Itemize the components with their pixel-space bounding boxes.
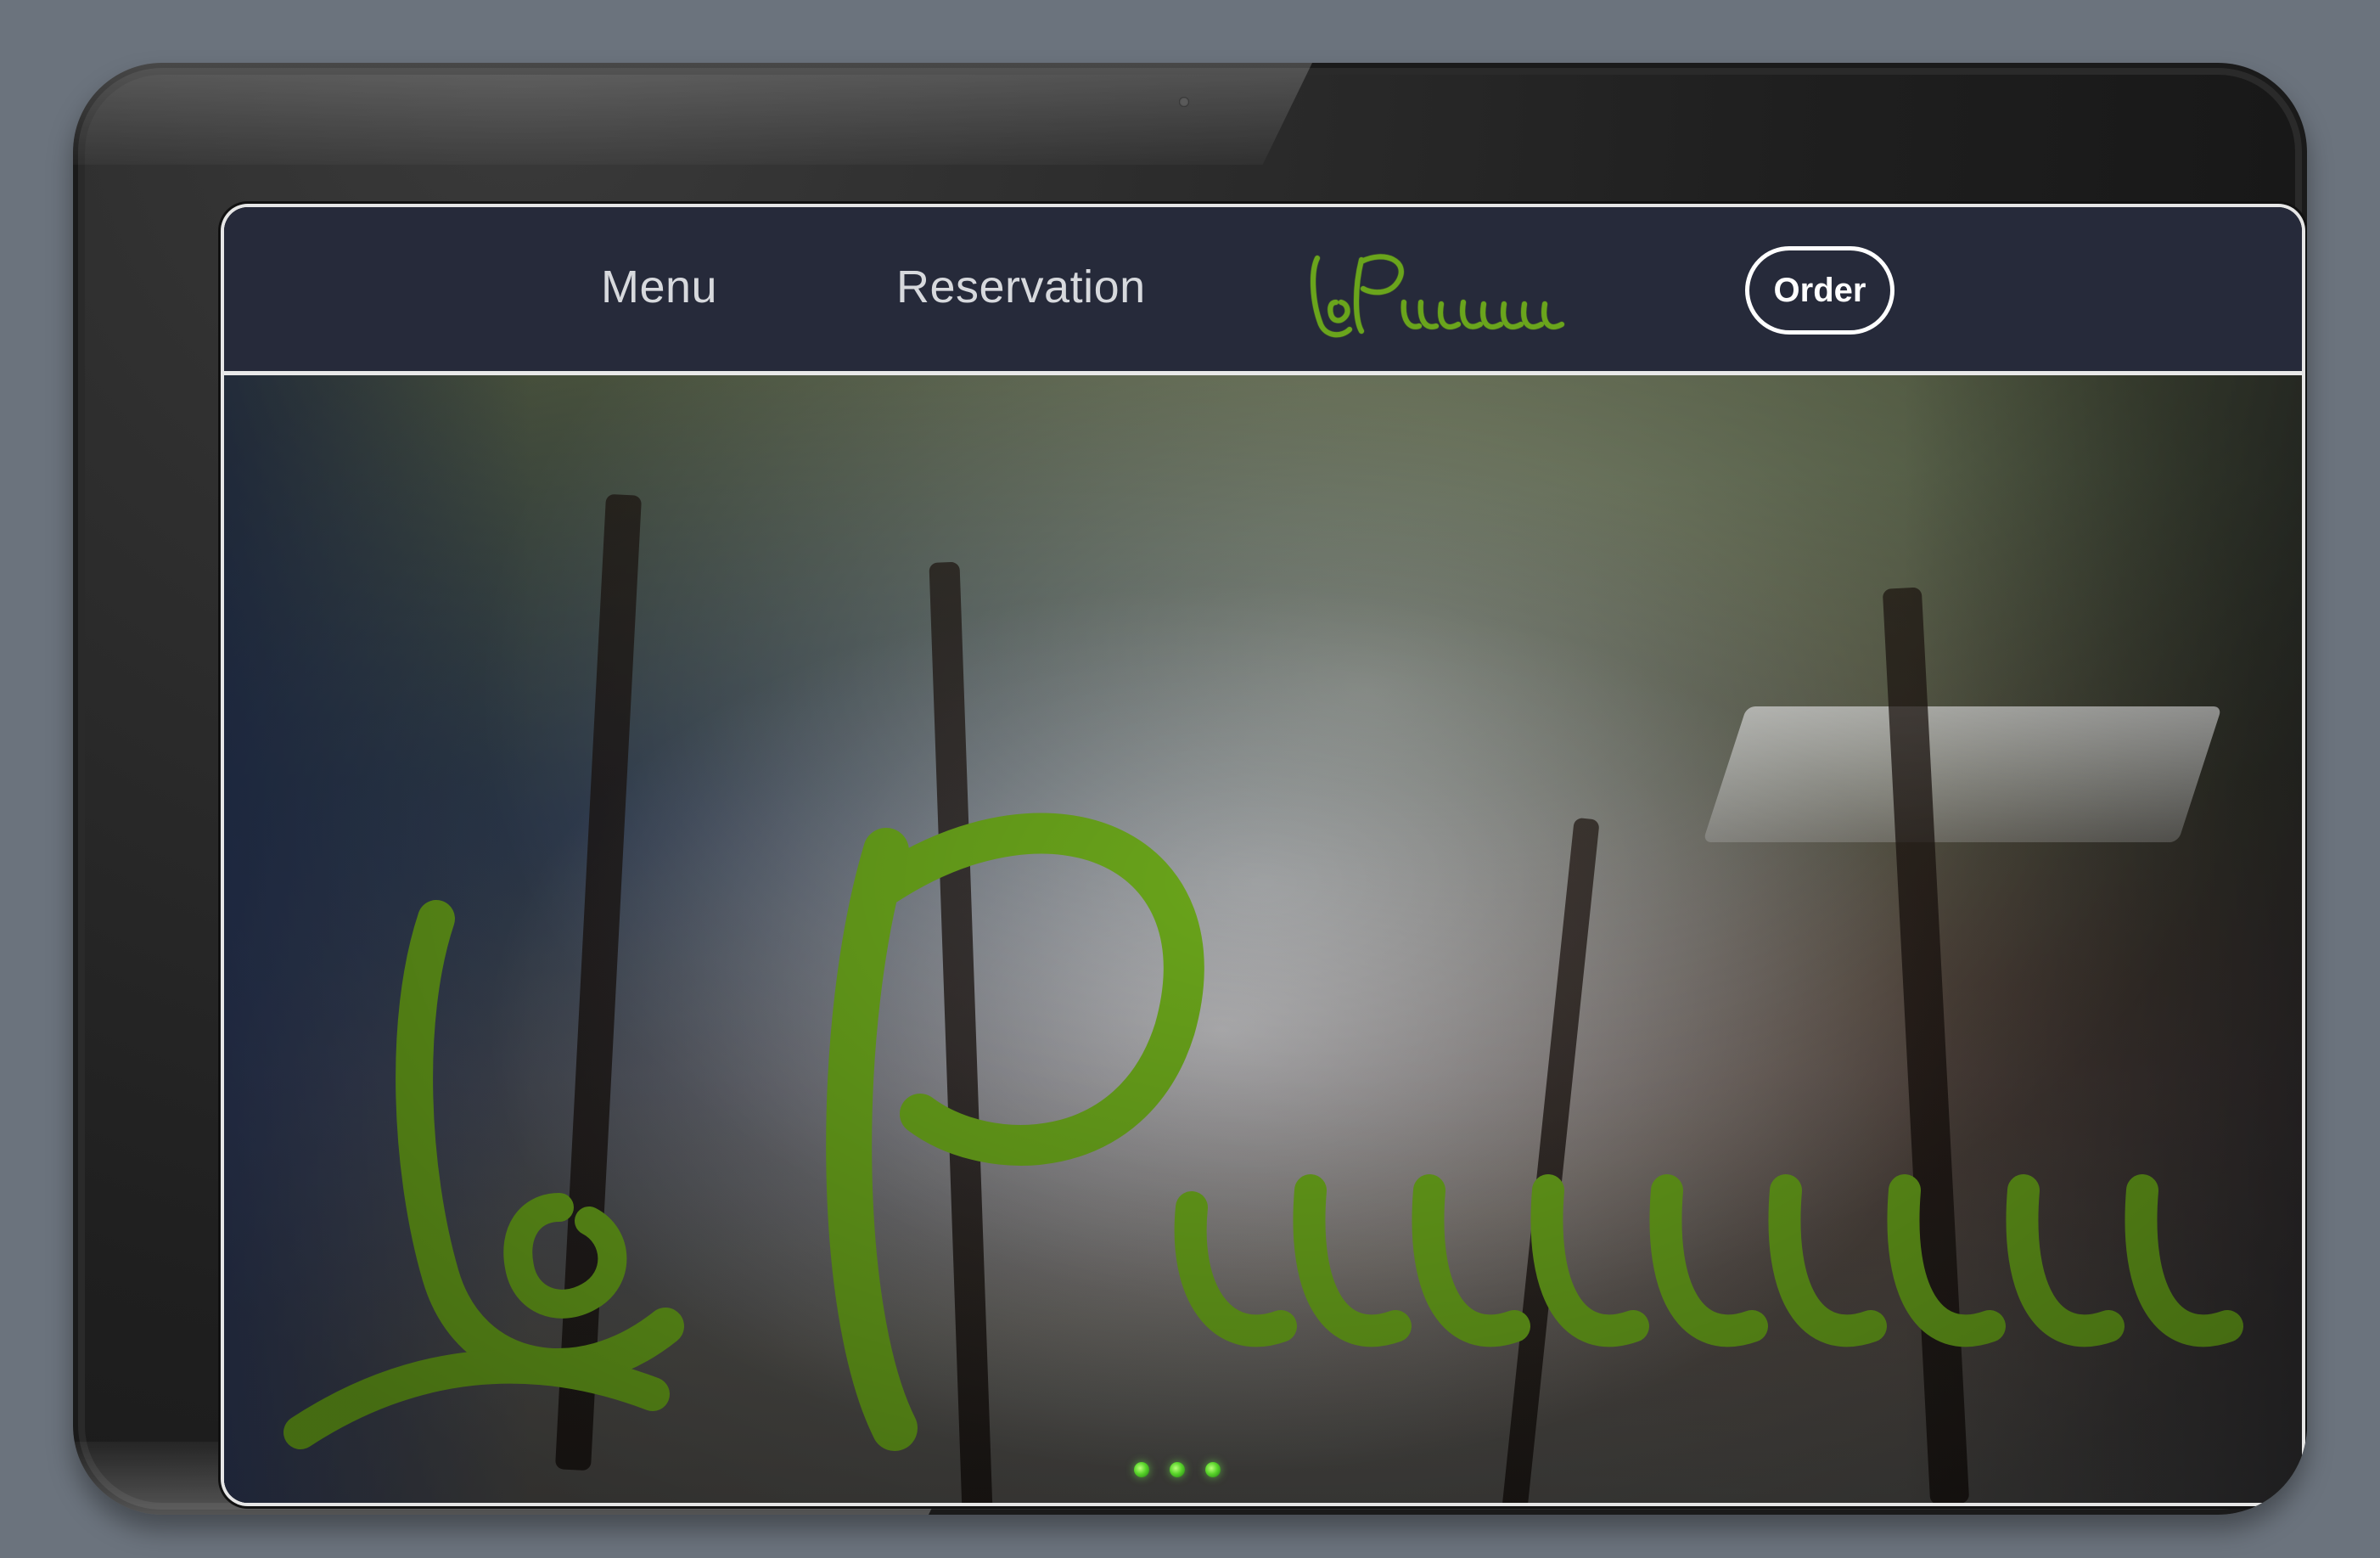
hero-building-right <box>1903 375 2302 1503</box>
nav-reservation-link[interactable]: Reservation <box>896 261 1146 313</box>
order-button[interactable]: Order <box>1745 246 1894 335</box>
brand-logo-small[interactable] <box>1302 243 1574 345</box>
status-dot-icon <box>1205 1462 1221 1477</box>
tablet-screen: Menu Reservation Order <box>224 207 2302 1503</box>
tablet-device: Menu Reservation Order <box>73 63 2307 1515</box>
hero-building-left <box>224 375 530 1503</box>
hero-awning <box>1703 706 2222 842</box>
brand-logo-icon <box>1311 254 1564 338</box>
camera-icon <box>1179 97 1189 107</box>
top-navigation-bar: Menu Reservation Order <box>224 207 2302 375</box>
status-dot-icon <box>1170 1462 1185 1477</box>
nav-menu-link[interactable]: Menu <box>601 261 717 313</box>
device-top-highlight <box>73 63 1312 165</box>
status-dot-icon <box>1134 1462 1149 1477</box>
status-indicator-dots <box>1134 1462 1221 1477</box>
hero-section <box>224 375 2302 1503</box>
